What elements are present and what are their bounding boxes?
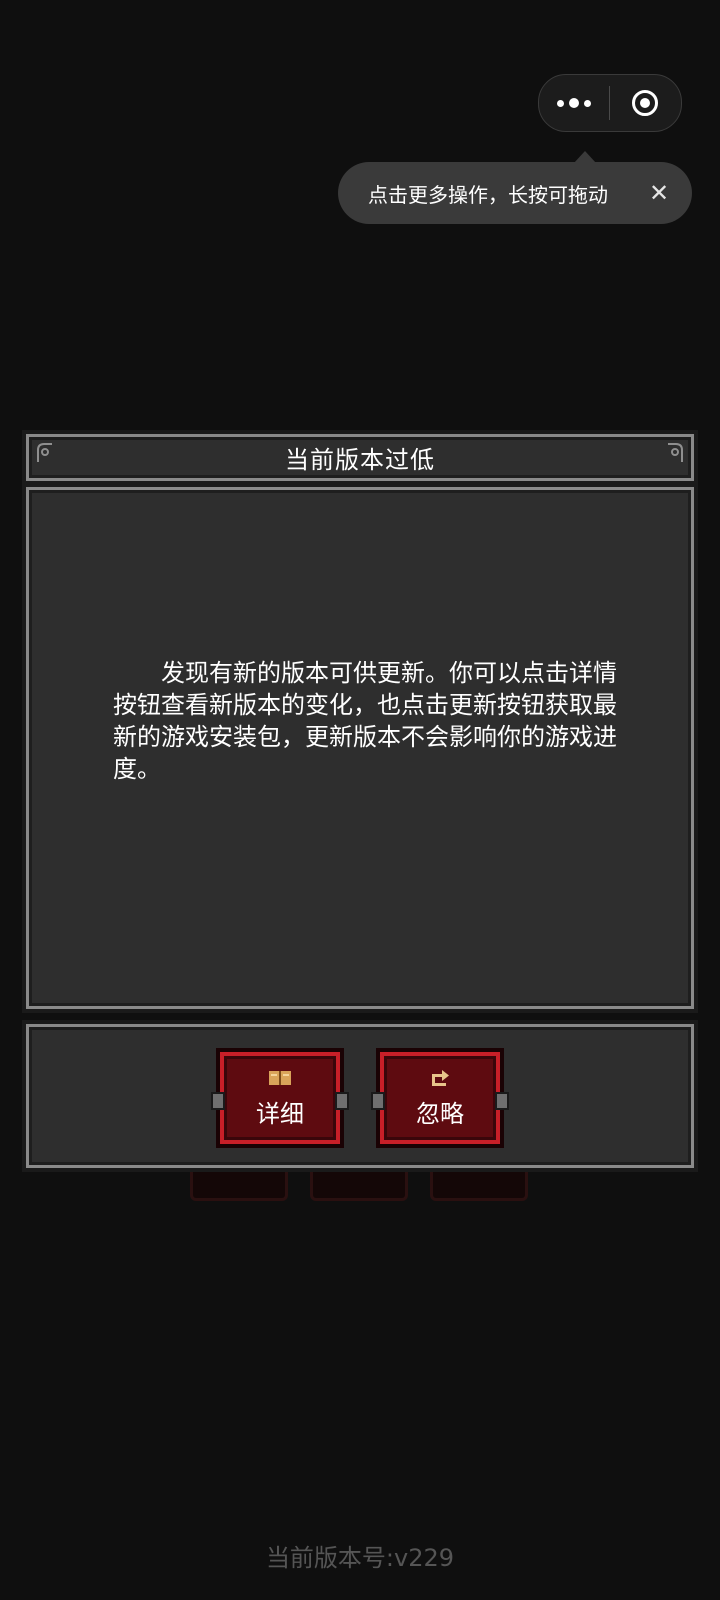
button-rivet: [371, 1092, 385, 1110]
more-dots-icon-right: [584, 99, 591, 107]
corner-ornament-icon: [36, 442, 54, 464]
button-rivet: [335, 1092, 349, 1110]
miniprogram-capsule: [538, 74, 682, 132]
corner-ornament-right-svg: [668, 443, 683, 462]
more-button[interactable]: [539, 75, 609, 131]
button-rivet: [211, 1092, 225, 1110]
dialog-actions: 详细 忽略: [22, 1020, 698, 1172]
target-circle-icon: [632, 90, 658, 116]
screen: 点击更多操作，长按可拖动 ✕ 当前版本过低 发现有新的版本可供更新。你可以点击详…: [0, 0, 720, 1600]
exit-button[interactable]: [610, 75, 680, 131]
button-rivet: [495, 1092, 509, 1110]
dialog-title-bar: 当前版本过低: [22, 430, 698, 485]
tooltip-close-button[interactable]: ✕: [644, 178, 674, 208]
capsule-tooltip: 点击更多操作，长按可拖动 ✕: [338, 151, 692, 224]
ignore-button[interactable]: 忽略: [371, 1048, 509, 1148]
corner-ornament-left-svg: [37, 443, 52, 462]
target-circle-icon-core: [640, 98, 650, 108]
detail-button-label: 详细: [256, 1099, 304, 1128]
dialog-message: 发现有新的版本可供更新。你可以点击详情按钮查看新版本的变化，也点击更新按钮获取最…: [113, 659, 617, 783]
tooltip-text: 点击更多操作，长按可拖动: [368, 182, 608, 207]
ignore-button-label: 忽略: [416, 1099, 464, 1128]
book-icon: [269, 1070, 291, 1085]
detail-button[interactable]: 详细: [211, 1048, 349, 1148]
dialog-body: 发现有新的版本可供更新。你可以点击详情按钮查看新版本的变化，也点击更新按钮获取最…: [22, 483, 698, 1013]
version-label: 当前版本号:v229: [265, 1544, 455, 1572]
skip-arrow-icon: [432, 1069, 449, 1086]
dialog-title: 当前版本过低: [285, 446, 435, 474]
more-dots-icon-center: [569, 98, 579, 108]
more-dots-icon: [557, 99, 564, 107]
corner-ornament-icon: [666, 442, 684, 464]
